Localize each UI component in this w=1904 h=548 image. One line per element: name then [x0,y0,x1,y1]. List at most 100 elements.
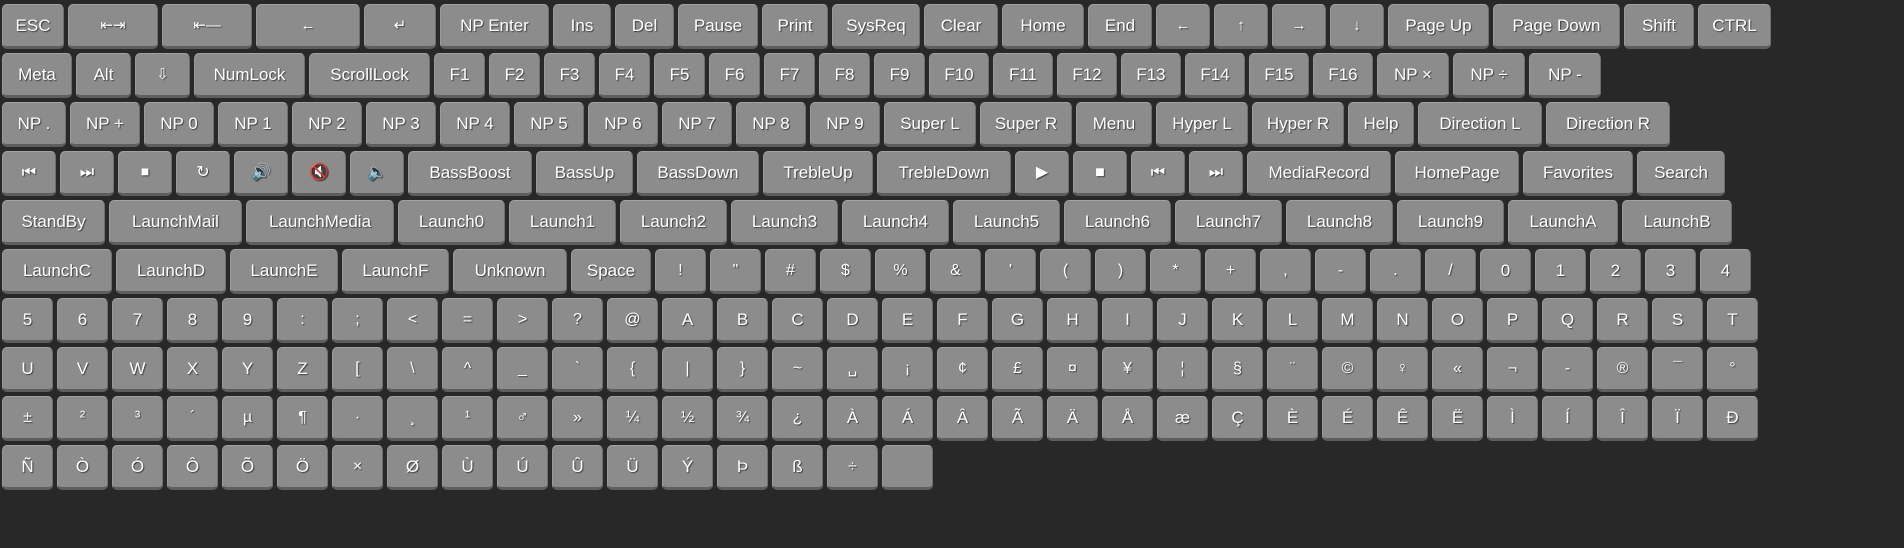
key-ampersand[interactable]: & [930,249,981,294]
key-help[interactable]: Help [1348,102,1414,147]
key-periodcentered[interactable]: · [332,396,383,441]
key-sterling[interactable]: £ [992,347,1043,392]
key-yen[interactable]: ¥ [1102,347,1153,392]
key-copyright[interactable]: © [1322,347,1373,392]
key-p[interactable]: P [1487,298,1538,343]
key-f4[interactable]: F4 [599,53,650,98]
key-np-0[interactable]: NP 0 [144,102,214,147]
key-caret[interactable]: ^ [442,347,493,392]
key-tilde[interactable]: ~ [772,347,823,392]
key-page-down[interactable]: Page Down [1493,4,1620,49]
key-g[interactable]: G [992,298,1043,343]
key-brace-left[interactable]: { [607,347,658,392]
key-direction-l[interactable]: Direction L [1418,102,1542,147]
key-eacute[interactable]: É [1322,396,1373,441]
key-odiaeresis[interactable]: Ö [277,445,328,490]
key-arrow-left-icon[interactable]: ← [1156,4,1210,49]
key-percent[interactable]: % [875,249,926,294]
key-np-1[interactable]: NP 1 [218,102,288,147]
key-launch6[interactable]: Launch6 [1064,200,1171,245]
key-np-plus[interactable]: NP + [70,102,140,147]
key-unknown[interactable]: Unknown [453,249,567,294]
key-onesuperior[interactable]: ¹ [442,396,493,441]
key-super-l[interactable]: Super L [884,102,976,147]
key-f13[interactable]: F13 [1121,53,1181,98]
key-t[interactable]: T [1707,298,1758,343]
key-launchc[interactable]: LaunchC [2,249,112,294]
key-acute[interactable]: ´ [167,396,218,441]
key-home[interactable]: Home [1002,4,1084,49]
key-underscore[interactable]: _ [497,347,548,392]
key-udiaeresis[interactable]: Ü [607,445,658,490]
key-backslash[interactable]: \ [387,347,438,392]
key-launchb[interactable]: LaunchB [1622,200,1732,245]
key-twosuperior[interactable]: ² [57,396,108,441]
key-launchf[interactable]: LaunchF [342,249,449,294]
key-bracket-left[interactable]: [ [332,347,383,392]
key-blank[interactable] [882,445,933,490]
key-hyphen[interactable]: - [1542,347,1593,392]
key-plus[interactable]: + [1205,249,1256,294]
key-macron[interactable]: ¯ [1652,347,1703,392]
key-degree[interactable]: ° [1707,347,1758,392]
key-f8[interactable]: F8 [819,53,870,98]
key-hyper-r[interactable]: Hyper R [1252,102,1344,147]
key-np-8[interactable]: NP 8 [736,102,806,147]
key-launch7[interactable]: Launch7 [1175,200,1282,245]
key-space[interactable]: Space [571,249,651,294]
key-search[interactable]: Search [1637,151,1725,196]
key-volume-up-icon[interactable]: 🔊 [234,151,288,196]
key-atilde[interactable]: Ã [992,396,1043,441]
key-x[interactable]: X [167,347,218,392]
key-launch8[interactable]: Launch8 [1286,200,1393,245]
key-clear[interactable]: Clear [924,4,998,49]
key-media-stop-icon[interactable]: ⏹ [118,151,172,196]
key-np-3[interactable]: NP 3 [366,102,436,147]
key-k[interactable]: K [1212,298,1263,343]
key-acircumflex[interactable]: Â [937,396,988,441]
key-0[interactable]: 0 [1480,249,1531,294]
key-guillemotright[interactable]: » [552,396,603,441]
key-o[interactable]: O [1432,298,1483,343]
key-direction-r[interactable]: Direction R [1546,102,1670,147]
key-launch1[interactable]: Launch1 [509,200,616,245]
key-notsign[interactable]: ¬ [1487,347,1538,392]
key-6[interactable]: 6 [57,298,108,343]
key-paragraph[interactable]: ¶ [277,396,328,441]
key-2[interactable]: 2 [1590,249,1641,294]
key-arrow-up-icon[interactable]: ↑ [1214,4,1268,49]
key-np-multiply[interactable]: NP × [1377,53,1449,98]
key-launch2[interactable]: Launch2 [620,200,727,245]
key-ograve[interactable]: Ò [57,445,108,490]
key-mu[interactable]: µ [222,396,273,441]
key-sysreq[interactable]: SysReq [832,4,920,49]
key-questiondown[interactable]: ¿ [772,396,823,441]
key-less-than[interactable]: < [387,298,438,343]
key-icircumflex[interactable]: Î [1597,396,1648,441]
key-guillemotleft[interactable]: « [1432,347,1483,392]
key-f3[interactable]: F3 [544,53,595,98]
key-trebleup[interactable]: TrebleUp [763,151,873,196]
key-f12[interactable]: F12 [1057,53,1117,98]
key-f6[interactable]: F6 [709,53,760,98]
key-tab-icon[interactable]: ⇤⇥ [68,4,158,49]
key-onehalf[interactable]: ½ [662,396,713,441]
key-section[interactable]: § [1212,347,1263,392]
key-diaeresis[interactable]: ¨ [1267,347,1318,392]
key-np-enter[interactable]: NP Enter [440,4,549,49]
key-3[interactable]: 3 [1645,249,1696,294]
key-paren-right[interactable]: ) [1095,249,1146,294]
key-adiaeresis[interactable]: Ä [1047,396,1098,441]
key-nobreakspace-icon[interactable]: ␣ [827,347,878,392]
key-launcha[interactable]: LaunchA [1508,200,1618,245]
key-4[interactable]: 4 [1700,249,1751,294]
key-arrow-right-icon[interactable]: → [1272,4,1326,49]
key-colon[interactable]: : [277,298,328,343]
key-f10[interactable]: F10 [929,53,989,98]
key-del[interactable]: Del [615,4,674,49]
key-brokenbar[interactable]: ¦ [1157,347,1208,392]
key-j[interactable]: J [1157,298,1208,343]
key-aring[interactable]: Å [1102,396,1153,441]
key-e[interactable]: E [882,298,933,343]
key-media-record[interactable]: MediaRecord [1247,151,1391,196]
